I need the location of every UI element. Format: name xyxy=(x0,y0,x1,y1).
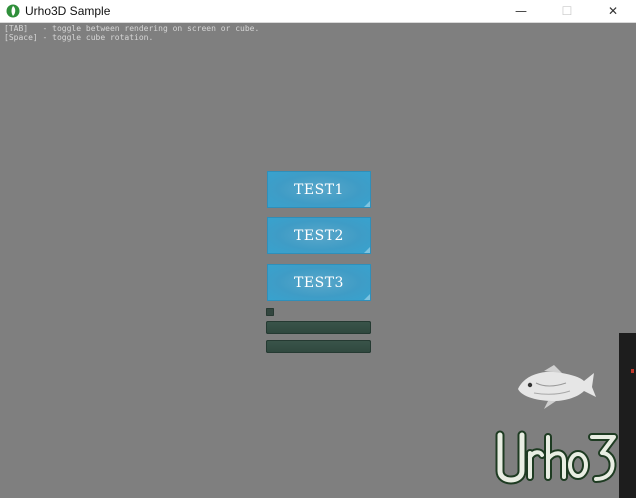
test2-button[interactable]: TEST2 xyxy=(267,217,371,254)
maximize-button[interactable]: ☐ xyxy=(544,0,590,22)
button-corner-decoration xyxy=(364,294,370,300)
urho3d-logo xyxy=(495,430,618,485)
checkbox[interactable] xyxy=(266,308,274,316)
render-viewport[interactable]: [TAB] - toggle between rendering on scre… xyxy=(0,23,636,498)
button-corner-decoration xyxy=(364,201,370,207)
test2-label: TEST2 xyxy=(294,227,344,244)
minimize-button[interactable]: — xyxy=(498,0,544,22)
test1-button[interactable]: TEST1 xyxy=(267,171,371,208)
button-corner-decoration xyxy=(364,247,370,253)
help-line-space: [Space] - toggle cube rotation. xyxy=(4,33,154,42)
help-line-tab: [TAB] - toggle between rendering on scre… xyxy=(4,24,260,33)
test1-label: TEST1 xyxy=(294,181,344,198)
text-input-1[interactable] xyxy=(266,321,371,334)
test3-button[interactable]: TEST3 xyxy=(267,264,371,301)
text-input-2[interactable] xyxy=(266,340,371,353)
help-text: [TAB] - toggle between rendering on scre… xyxy=(4,24,259,42)
app-icon xyxy=(6,4,20,18)
window-title: Urho3D Sample xyxy=(25,4,111,18)
title-bar[interactable]: Urho3D Sample — ☐ ✕ xyxy=(0,0,636,23)
fish-icon xyxy=(518,365,596,409)
close-button[interactable]: ✕ xyxy=(590,0,636,22)
side-strip-marker xyxy=(631,369,634,373)
side-strip xyxy=(619,333,636,498)
test3-label: TEST3 xyxy=(294,274,344,291)
